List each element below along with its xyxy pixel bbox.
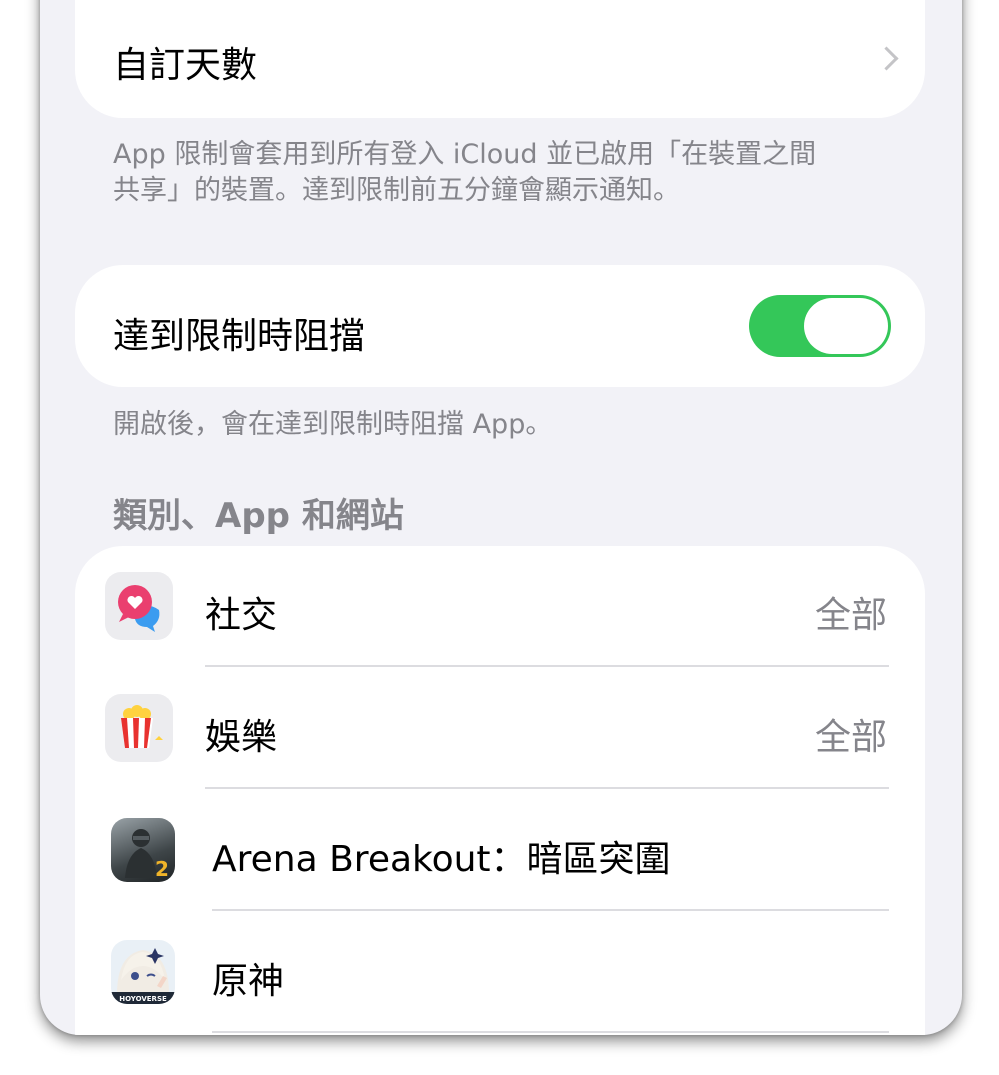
list-item-genshin[interactable]: HOYOVERSE 原神 — [75, 912, 925, 1034]
genshin-badge: HOYOVERSE — [119, 995, 167, 1003]
phone-screen: 自訂天數 App 限制會套用到所有登入 iCloud 並已啟用「在裝置之間 共享… — [40, 0, 962, 1035]
popcorn-icon — [105, 694, 173, 762]
list-item-label: 原神 — [212, 961, 285, 1002]
custom-days-label: 自訂天數 — [113, 45, 258, 86]
block-at-limit-row: 達到限制時阻擋 — [75, 265, 925, 387]
list-item-label: 社交 — [205, 595, 278, 636]
row-divider — [205, 787, 889, 789]
arena-breakout-app-icon: 2 — [111, 818, 175, 882]
limits-footnote-line1: App 限制會套用到所有登入 iCloud 並已啟用「在裝置之間 — [113, 139, 817, 170]
list-item-social[interactable]: 社交 全部 — [75, 546, 925, 668]
list-item-label: 娛樂 — [205, 717, 278, 758]
row-divider — [205, 665, 889, 667]
arena-breakout-badge: 2 — [155, 857, 169, 881]
block-footnote: 開啟後，會在達到限制時阻擋 App。 — [113, 409, 553, 440]
list-item-value: 全部 — [814, 595, 887, 636]
list-item-arena-breakout[interactable]: 2 Arena Breakout：暗區突圍 — [75, 790, 925, 912]
toggle-knob — [804, 298, 888, 354]
limits-footnote-line2: 共享」的裝置。達到限制前五分鐘會顯示通知。 — [113, 175, 680, 206]
row-divider — [212, 1031, 889, 1033]
chevron-right-icon — [874, 46, 899, 71]
block-at-limit-label: 達到限制時阻擋 — [113, 316, 366, 357]
categories-apps-list: 社交 全部 娛樂 全部 2 Arena Breakout：暗區突圍 HOYOVE… — [75, 546, 925, 1035]
social-chat-icon — [105, 572, 173, 640]
limits-footnote: App 限制會套用到所有登入 iCloud 並已啟用「在裝置之間 共享」的裝置。… — [113, 137, 873, 209]
block-at-limit-toggle[interactable] — [749, 295, 891, 357]
genshin-app-icon: HOYOVERSE — [111, 940, 175, 1004]
row-divider — [212, 909, 889, 911]
list-item-value: 全部 — [814, 717, 887, 758]
custom-days-row[interactable]: 自訂天數 — [75, 0, 925, 118]
section-header: 類別、App 和網站 — [113, 496, 404, 536]
list-item-entertainment[interactable]: 娛樂 全部 — [75, 668, 925, 790]
list-item-label: Arena Breakout：暗區突圍 — [212, 839, 671, 880]
